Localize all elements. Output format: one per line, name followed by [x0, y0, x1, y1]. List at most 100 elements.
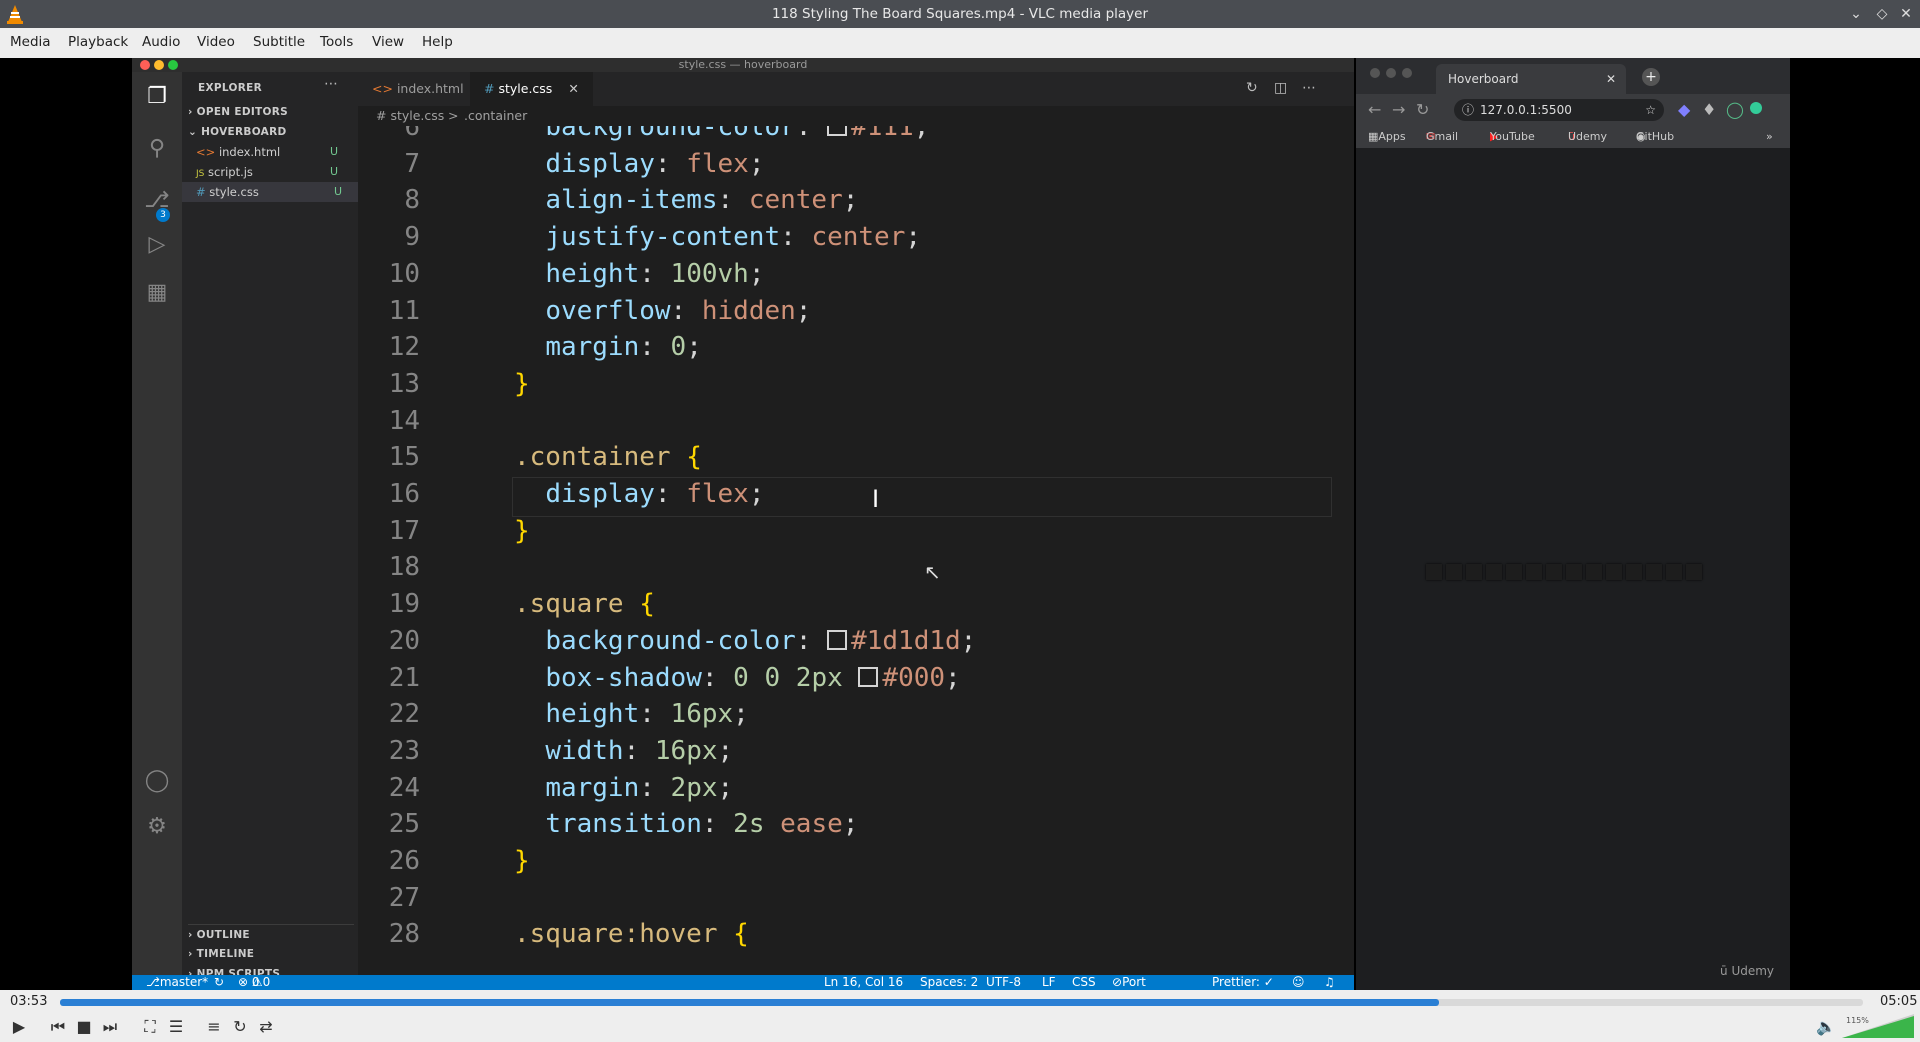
- code-line[interactable]: .square {: [514, 589, 655, 619]
- feedback-icon[interactable]: ☺: [1292, 975, 1305, 990]
- extended-settings-button[interactable]: ☰: [164, 1016, 188, 1038]
- breadcrumb-file[interactable]: # style.css: [376, 106, 444, 126]
- bell-icon[interactable]: ♫: [1324, 975, 1335, 990]
- code-line[interactable]: justify-content: center;: [514, 222, 921, 252]
- code-line[interactable]: background-color: #111;: [514, 126, 929, 142]
- problems-indicator[interactable]: ⊗ 0 ⚠ 0: [238, 975, 270, 990]
- board-square[interactable]: [1446, 564, 1462, 580]
- browser-tab[interactable]: Hoverboard ✕: [1436, 64, 1626, 94]
- end-of-line[interactable]: LF: [1042, 975, 1056, 990]
- project-section[interactable]: ⌄ HOVERBOARD: [188, 122, 354, 142]
- speaker-icon[interactable]: 🔈: [1814, 1016, 1838, 1038]
- tab-style-css[interactable]: # style.css ✕: [470, 72, 593, 106]
- prettier-status[interactable]: Prettier: ✓: [1212, 975, 1274, 990]
- code-line[interactable]: align-items: center;: [514, 185, 858, 215]
- seek-bar[interactable]: [60, 999, 1863, 1006]
- code-line[interactable]: margin: 2px;: [514, 773, 733, 803]
- code-line[interactable]: transition: 2s ease;: [514, 809, 858, 839]
- account-icon[interactable]: ◯: [142, 766, 172, 796]
- board-square[interactable]: [1526, 564, 1542, 580]
- open-changes-icon[interactable]: ↻: [1246, 80, 1258, 96]
- encoding[interactable]: UTF-8: [986, 975, 1021, 990]
- board-square[interactable]: [1606, 564, 1622, 580]
- info-icon[interactable]: ⓘ: [1462, 99, 1474, 121]
- close-tab-icon[interactable]: ✕: [568, 81, 578, 96]
- board-square[interactable]: [1586, 564, 1602, 580]
- code-line[interactable]: width: 16px;: [514, 736, 733, 766]
- code-line[interactable]: background-color: #1d1d1d;: [514, 626, 976, 656]
- menu-audio[interactable]: Audio: [142, 34, 180, 50]
- code-line[interactable]: .container {: [514, 442, 702, 472]
- board-square[interactable]: [1566, 564, 1582, 580]
- star-icon[interactable]: ☆: [1645, 99, 1656, 121]
- board-square[interactable]: [1426, 564, 1442, 580]
- code-line[interactable]: height: 100vh;: [514, 259, 764, 289]
- code-line[interactable]: }: [514, 846, 530, 876]
- video-area[interactable]: style.css — hoverboard ❐ ⚲ ⎇ 3 ▷ ▦ ◯ ⚙ E…: [0, 58, 1920, 990]
- total-time[interactable]: 05:05: [1880, 994, 1917, 1009]
- minimize-icon[interactable]: ⌄: [1846, 4, 1866, 24]
- search-icon[interactable]: ⚲: [142, 134, 172, 164]
- explorer-icon[interactable]: ❐: [142, 82, 172, 112]
- board-square[interactable]: [1626, 564, 1642, 580]
- code-line[interactable]: box-shadow: 0 0 2px #000;: [514, 663, 960, 693]
- new-tab-button[interactable]: +: [1642, 68, 1660, 86]
- forward-icon[interactable]: →: [1392, 100, 1405, 119]
- more-bookmarks-icon[interactable]: »: [1766, 126, 1773, 148]
- file-index-html[interactable]: <> index.html U: [196, 142, 354, 162]
- more-actions-icon[interactable]: ⋯: [1302, 80, 1316, 96]
- board-square[interactable]: [1486, 564, 1502, 580]
- board-square[interactable]: [1666, 564, 1682, 580]
- fullscreen-button[interactable]: ⛶: [138, 1016, 162, 1038]
- file-script-js[interactable]: JS script.js U: [196, 162, 354, 182]
- timeline-section[interactable]: › TIMELINE: [188, 944, 354, 964]
- back-icon[interactable]: ←: [1368, 100, 1381, 119]
- code-line[interactable]: .square:hover {: [514, 919, 749, 949]
- menu-tools[interactable]: Tools: [320, 34, 353, 50]
- code-line[interactable]: margin: 0;: [514, 332, 702, 362]
- code-line[interactable]: }: [514, 516, 530, 546]
- board-square[interactable]: [1686, 564, 1702, 580]
- code-line[interactable]: height: 16px;: [514, 699, 749, 729]
- menu-video[interactable]: Video: [197, 34, 235, 50]
- tab-index-html[interactable]: <> index.html: [358, 72, 478, 106]
- code-line[interactable]: }: [514, 369, 530, 399]
- run-debug-icon[interactable]: ▷: [142, 230, 172, 260]
- breadcrumb-symbol[interactable]: .container: [464, 106, 527, 126]
- play-button[interactable]: ▶: [4, 1016, 34, 1038]
- extension-icon[interactable]: ◆: [1678, 100, 1690, 119]
- branch-indicator[interactable]: ⎇ master*: [146, 975, 208, 990]
- close-icon[interactable]: ✕: [1896, 4, 1916, 24]
- board-square[interactable]: [1466, 564, 1482, 580]
- playlist-button[interactable]: ≡: [202, 1016, 226, 1038]
- open-editors-section[interactable]: › OPEN EDITORS: [188, 102, 354, 122]
- next-button[interactable]: ⏭: [98, 1016, 122, 1038]
- avatar[interactable]: [1750, 102, 1762, 114]
- puzzle-icon[interactable]: ♦: [1702, 100, 1716, 119]
- menu-playback[interactable]: Playback: [68, 34, 128, 50]
- gear-icon[interactable]: ⚙: [142, 812, 172, 842]
- code-line[interactable]: display: flex;: [514, 149, 764, 179]
- indentation[interactable]: Spaces: 2: [920, 975, 978, 990]
- cursor-position[interactable]: Ln 16, Col 16: [824, 975, 903, 990]
- close-tab-icon[interactable]: ✕: [1606, 64, 1616, 94]
- menu-help[interactable]: Help: [422, 34, 453, 50]
- split-editor-icon[interactable]: ◫: [1274, 80, 1287, 96]
- board-square[interactable]: [1546, 564, 1562, 580]
- menu-subtitle[interactable]: Subtitle: [253, 34, 305, 50]
- sync-icon[interactable]: ↻: [214, 975, 224, 990]
- board-square[interactable]: [1646, 564, 1662, 580]
- file-style-css[interactable]: # style.css U: [182, 182, 358, 202]
- bookmark-apps[interactable]: ▦ Apps: [1368, 126, 1406, 148]
- elapsed-time[interactable]: 03:53: [10, 994, 47, 1009]
- outline-section[interactable]: › OUTLINE: [188, 924, 354, 945]
- loop-button[interactable]: ↻: [228, 1016, 252, 1038]
- more-actions-icon[interactable]: ⋯: [324, 76, 338, 92]
- stop-button[interactable]: ■: [72, 1016, 96, 1038]
- board-square[interactable]: [1506, 564, 1522, 580]
- code-line[interactable]: overflow: hidden;: [514, 296, 811, 326]
- maximize-icon[interactable]: ◇: [1872, 4, 1892, 24]
- previous-button[interactable]: ⏮: [46, 1016, 70, 1038]
- reload-icon[interactable]: ↻: [1416, 100, 1429, 119]
- address-bar[interactable]: ⓘ 127.0.0.1:5500 ☆: [1454, 99, 1664, 121]
